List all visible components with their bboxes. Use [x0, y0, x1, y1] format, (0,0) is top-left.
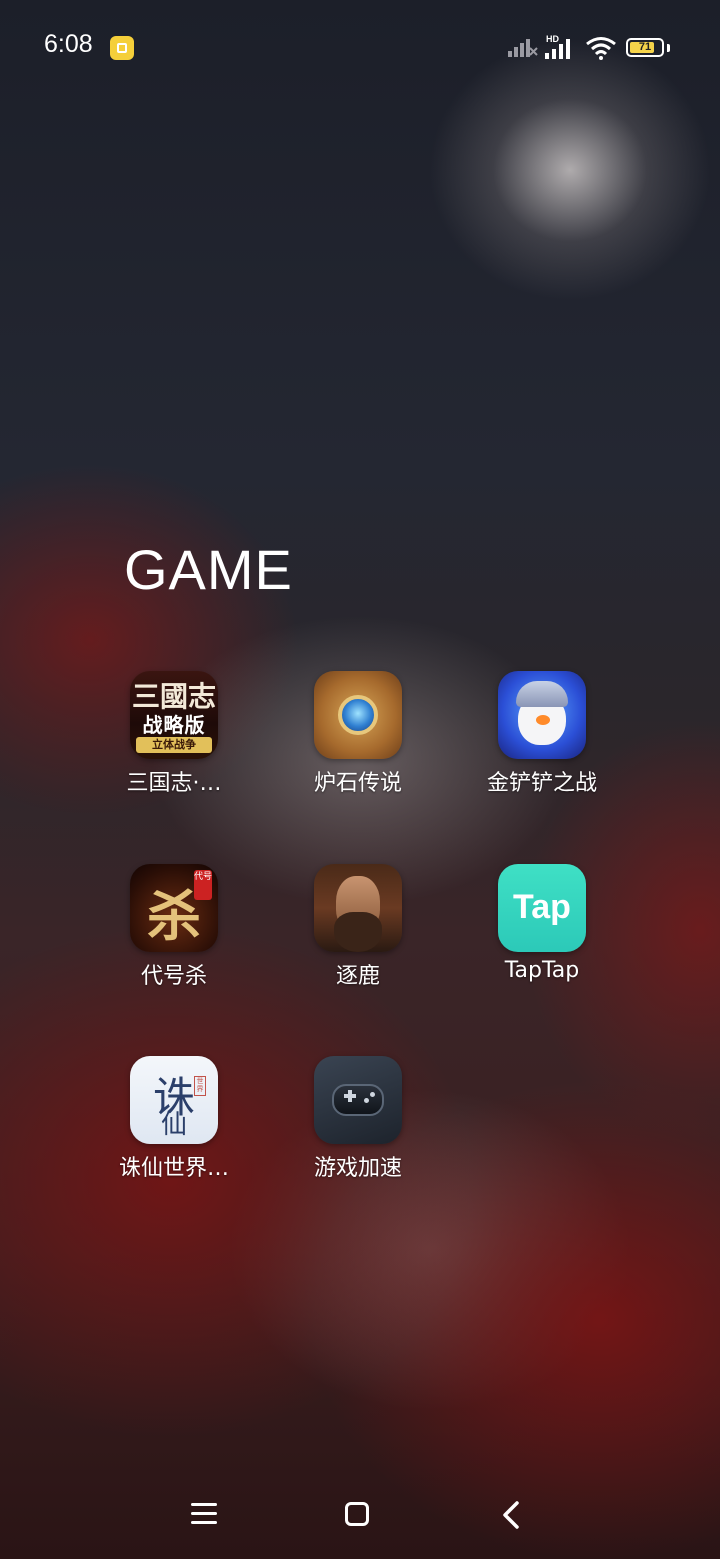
signal-icon	[545, 39, 570, 59]
app-label: 代号杀	[140, 964, 207, 989]
app-sanguozhi[interactable]: 三國志 战略版 立体战争 三国志·…	[82, 671, 266, 797]
app-label: 逐鹿	[335, 964, 380, 989]
sanguozhi-icon-band: 立体战争	[136, 737, 212, 753]
app-jinchanchan[interactable]: 金铲铲之战	[450, 671, 634, 797]
penguin-helmet	[516, 681, 568, 707]
app-zhulu[interactable]: 逐鹿	[266, 864, 450, 990]
menu-icon[interactable]	[191, 1503, 217, 1530]
zhuxian-icon: 诛 仙 世界	[130, 1056, 218, 1144]
app-hearthstone[interactable]: 炉石传说	[266, 671, 450, 797]
sanguozhi-icon-subtitle: 战略版	[142, 713, 206, 737]
app-daihaosha[interactable]: 杀 代号 代号杀	[82, 864, 266, 990]
app-label: TapTap	[504, 958, 580, 983]
back-icon[interactable]	[501, 1500, 521, 1530]
gamepad-icon	[332, 1084, 384, 1116]
taptap-logo-text: Tap	[513, 888, 571, 926]
jinchanchan-icon	[498, 671, 586, 759]
app-label: 三国志·…	[126, 771, 222, 796]
gamepad-dpad-vertical	[348, 1090, 352, 1102]
sanguozhi-icon: 三國志 战略版 立体战争	[130, 671, 218, 759]
zhuxian-seal: 世界	[194, 1076, 206, 1096]
gamepad-button	[370, 1092, 375, 1097]
app-label: 诛仙世界…	[118, 1156, 229, 1181]
home-icon[interactable]	[345, 1502, 369, 1526]
zhulu-icon	[314, 864, 402, 952]
gamepad-button	[364, 1098, 369, 1103]
app-zhuxian[interactable]: 诛 仙 世界 诛仙世界…	[82, 1056, 266, 1182]
battery-level: 71	[638, 41, 652, 53]
wifi-icon	[586, 37, 616, 60]
signal-weak-icon	[508, 39, 538, 57]
clock: 6:08	[44, 30, 93, 58]
penguin-beak	[536, 715, 550, 725]
hearthstone-gem	[338, 695, 378, 735]
warrior-beard	[334, 912, 382, 952]
app-label: 游戏加速	[313, 1156, 402, 1181]
folder-title: GAME	[124, 538, 293, 601]
app-label: 炉石传说	[313, 771, 402, 796]
battery-tip	[667, 44, 670, 52]
notification-icon	[110, 36, 134, 60]
status-bar: 6:08 HD 71	[0, 0, 720, 95]
navigation-bar	[0, 1470, 720, 1559]
app-taptap[interactable]: Tap TapTap	[450, 864, 634, 983]
daihaosha-icon: 杀 代号	[130, 864, 218, 952]
battery-icon: 71	[626, 38, 664, 57]
daihaosha-tag: 代号	[194, 870, 212, 900]
taptap-icon: Tap	[498, 864, 586, 952]
app-game-booster[interactable]: 游戏加速	[266, 1056, 450, 1182]
game-booster-icon	[314, 1056, 402, 1144]
zhuxian-glyph-2: 仙	[160, 1110, 187, 1140]
hearthstone-icon	[314, 671, 402, 759]
app-label: 金铲铲之战	[486, 771, 597, 796]
